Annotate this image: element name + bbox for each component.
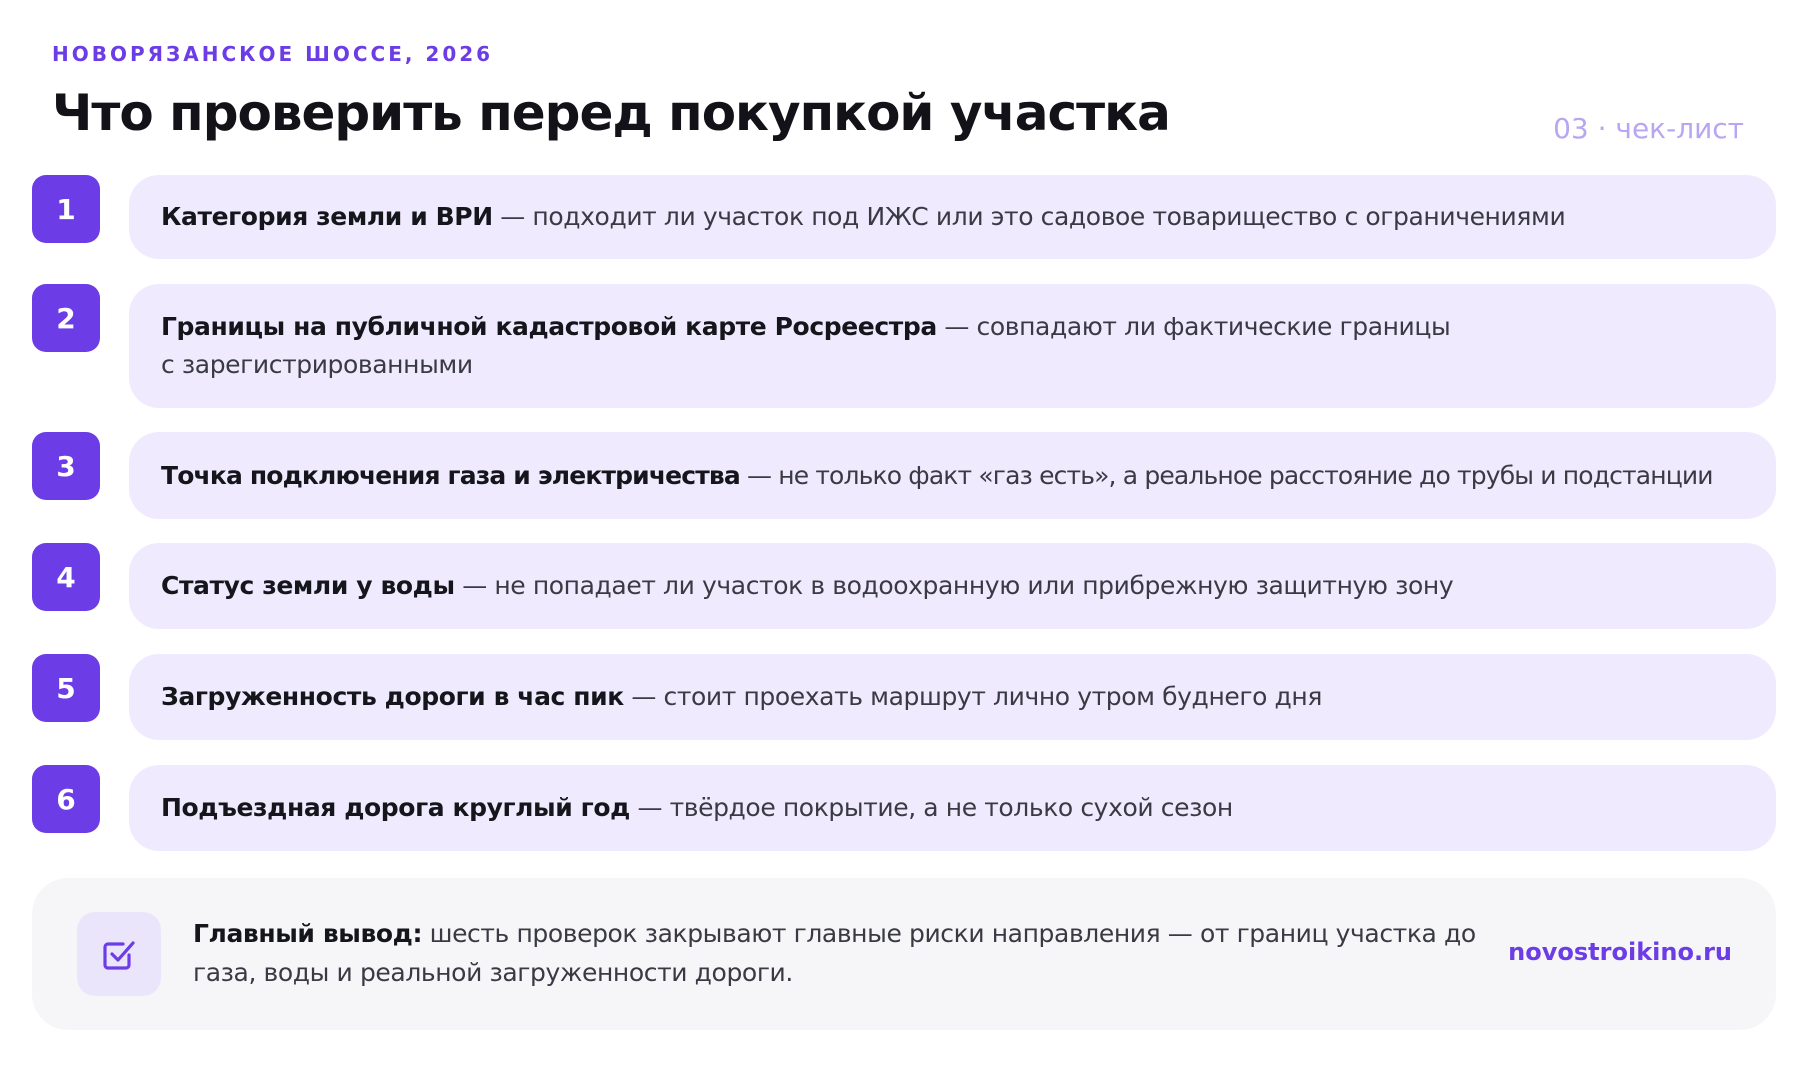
item-number-badge: 5 <box>32 654 100 722</box>
slide-counter: 03 · чек-лист <box>1553 112 1744 145</box>
site-link[interactable]: novostroikino.ru <box>1508 938 1732 966</box>
item-card: Границы на публичной кадастровой карте Р… <box>129 284 1776 408</box>
item-text: Точка подключения газа и электричества —… <box>161 457 1714 495</box>
item-text: Категория земли и ВРИ — подходит ли учас… <box>161 198 1566 236</box>
checkbox-check-icon <box>77 912 161 996</box>
item-heading: Границы на публичной кадастровой карте Р… <box>161 312 937 341</box>
item-number-badge: 4 <box>32 543 100 611</box>
item-number-badge: 3 <box>32 432 100 500</box>
item-heading: Статус земли у воды <box>161 571 455 600</box>
page-title: Что проверить перед покупкой участка <box>52 84 1171 142</box>
item-number-badge: 6 <box>32 765 100 833</box>
item-description: — не только факт «газ есть», а реальное … <box>739 460 1714 490</box>
summary-heading: Главный вывод: <box>193 919 423 948</box>
item-card: Категория земли и ВРИ — подходит ли учас… <box>129 175 1776 259</box>
item-description: — не попадает ли участок в водоохранную … <box>454 571 1454 600</box>
item-heading: Категория земли и ВРИ <box>161 202 493 231</box>
item-card: Подъездная дорога круглый год — твёрдое … <box>129 765 1776 851</box>
summary-panel: Главный вывод: шесть проверок закрывают … <box>32 878 1776 1030</box>
item-heading: Загруженность дороги в час пик <box>161 682 624 711</box>
item-card: Точка подключения газа и электричества —… <box>129 432 1776 519</box>
slide: НОВОРЯЗАНСКОЕ ШОССЕ, 2026 Что проверить … <box>0 0 1800 1088</box>
item-text: Статус земли у воды — не попадает ли уча… <box>161 567 1454 605</box>
eyebrow-label: НОВОРЯЗАНСКОЕ ШОССЕ, 2026 <box>52 42 494 66</box>
item-text: Загруженность дороги в час пик — стоит п… <box>161 678 1322 716</box>
item-text: Подъездная дорога круглый год — твёрдое … <box>161 789 1233 827</box>
item-heading: Точка подключения газа и электричества <box>161 460 741 490</box>
item-number-badge: 2 <box>32 284 100 352</box>
item-description: — подходит ли участок под ИЖС или это са… <box>492 202 1566 231</box>
summary-text: Главный вывод: шесть проверок закрывают … <box>193 914 1483 992</box>
item-description: — твёрдое покрытие, а не только сухой се… <box>629 793 1233 822</box>
item-number-badge: 1 <box>32 175 100 243</box>
item-card: Статус земли у воды — не попадает ли уча… <box>129 543 1776 629</box>
item-card: Загруженность дороги в час пик — стоит п… <box>129 654 1776 740</box>
item-heading: Подъездная дорога круглый год <box>161 793 630 822</box>
item-description: — стоит проехать маршрут лично утром буд… <box>623 682 1323 711</box>
item-text: Границы на публичной кадастровой карте Р… <box>161 308 1471 384</box>
